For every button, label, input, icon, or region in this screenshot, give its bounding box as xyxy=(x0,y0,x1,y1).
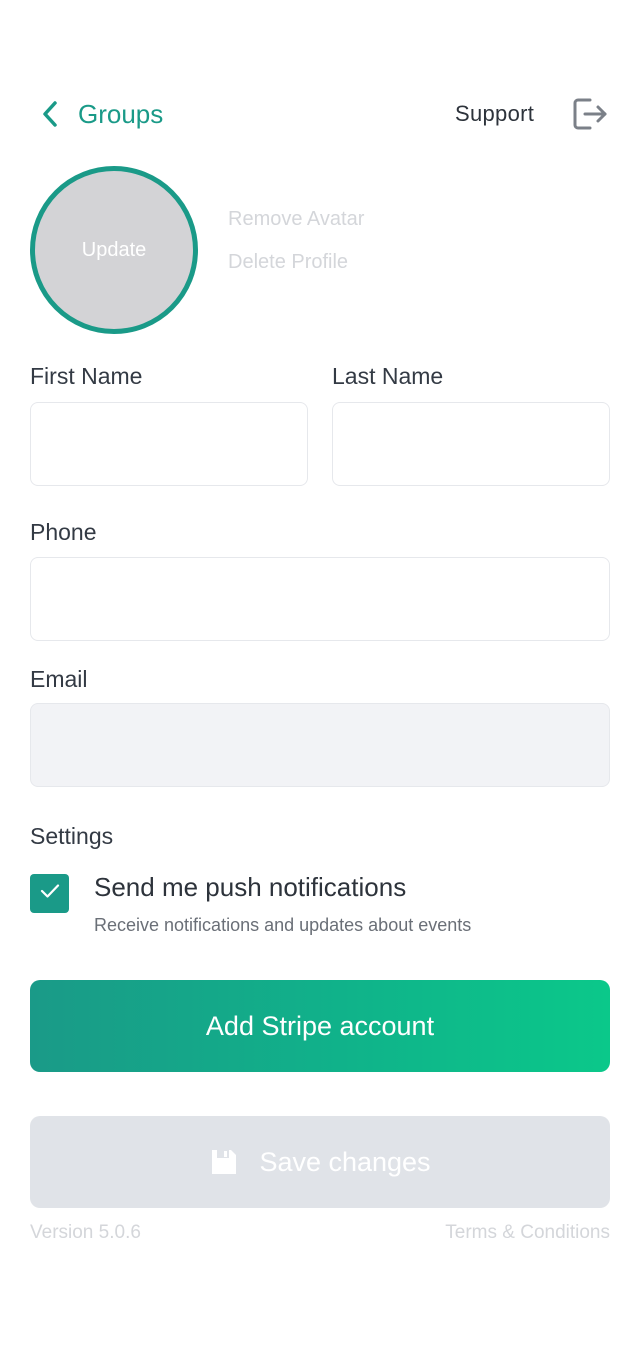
back-label: Groups xyxy=(78,98,164,129)
push-notifications-subtitle: Receive notifications and updates about … xyxy=(94,915,472,935)
avatar-update-label: Update xyxy=(81,238,147,261)
back-button[interactable]: Groups xyxy=(36,96,163,132)
support-link[interactable]: Support xyxy=(455,101,534,127)
last-name-label: Last Name xyxy=(332,363,444,389)
profile-page: Groups Support Update Remove Avatar Dele… xyxy=(0,0,640,1368)
phone-field[interactable] xyxy=(30,557,610,641)
avatar-update-button[interactable]: Update xyxy=(30,166,198,334)
chevron-left-icon xyxy=(36,96,64,132)
add-stripe-account-label: Add Stripe account xyxy=(205,1010,435,1041)
last-name-field[interactable] xyxy=(332,402,610,486)
delete-profile-link[interactable]: Delete Profile xyxy=(228,251,348,274)
first-name-field[interactable] xyxy=(30,402,308,486)
phone-label: Phone xyxy=(30,519,97,545)
email-field[interactable] xyxy=(30,703,610,787)
save-changes-label: Save changes xyxy=(259,1146,431,1177)
push-notifications-checkbox[interactable] xyxy=(30,874,69,913)
email-label: Email xyxy=(30,666,88,692)
floppy-disk-icon xyxy=(209,1147,239,1177)
first-name-label: First Name xyxy=(30,363,143,389)
push-notifications-title: Send me push notifications xyxy=(94,872,407,902)
check-icon xyxy=(40,883,60,904)
terms-link[interactable]: Terms & Conditions xyxy=(445,1222,610,1244)
add-stripe-account-button[interactable]: Add Stripe account xyxy=(30,980,610,1072)
remove-avatar-link[interactable]: Remove Avatar xyxy=(228,208,364,231)
save-changes-button[interactable]: Save changes xyxy=(30,1116,610,1208)
logout-icon[interactable] xyxy=(570,94,610,134)
version-text: Version 5.0.6 xyxy=(30,1222,141,1243)
settings-heading: Settings xyxy=(30,823,114,849)
